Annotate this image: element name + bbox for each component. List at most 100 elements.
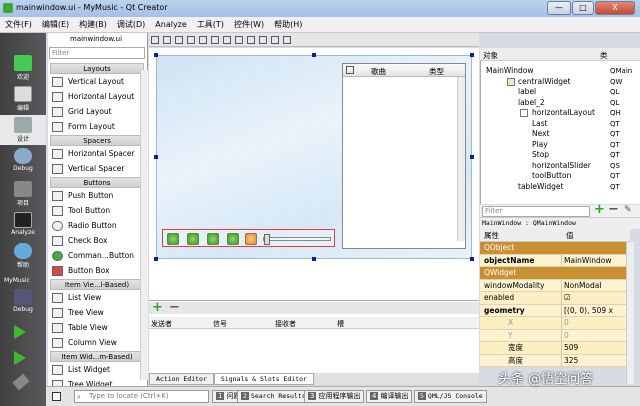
mode-design[interactable]: 设计: [0, 115, 46, 145]
widget-check-box[interactable]: Check Box: [52, 234, 146, 248]
cat-spacers[interactable]: Spacers: [50, 135, 144, 146]
menu-debug[interactable]: 调试(D): [112, 17, 150, 32]
prop-geometry-y[interactable]: Y0: [480, 329, 626, 342]
close-button[interactable]: X: [595, 1, 635, 15]
widget-grid-layout[interactable]: Grid Layout: [52, 105, 146, 119]
build-hammer-icon[interactable]: [12, 373, 30, 391]
resize-handle[interactable]: [312, 257, 316, 261]
add-icon[interactable]: +: [152, 300, 163, 315]
prop-group-qwidget[interactable]: QWidget: [480, 267, 626, 280]
layout-horizontal-icon[interactable]: [199, 36, 207, 44]
edit-buddies-icon[interactable]: [175, 36, 183, 44]
tree-row[interactable]: label_2 QL: [480, 98, 640, 109]
widget-filter-input[interactable]: Filter: [49, 47, 145, 59]
tree-row[interactable]: label QL: [480, 87, 640, 98]
menu-file[interactable]: 文件(F): [0, 17, 37, 32]
kit-selector[interactable]: Debug: [0, 287, 46, 317]
table-header-song[interactable]: 歌曲: [371, 66, 386, 77]
stop-button[interactable]: [227, 233, 239, 245]
widget-column-view[interactable]: Column View: [52, 336, 146, 350]
resize-handle[interactable]: [154, 257, 158, 261]
configure-wrench-icon[interactable]: ✎: [624, 205, 632, 215]
table-scrollbar[interactable]: [457, 77, 465, 241]
widget-tool-button[interactable]: Tool Button: [52, 204, 146, 218]
volume-tool-button[interactable]: [245, 233, 257, 245]
cat-layouts[interactable]: Layouts: [50, 63, 144, 74]
resize-handle[interactable]: [154, 53, 158, 57]
controls-layout[interactable]: [162, 229, 335, 247]
tree-row[interactable]: tableWidget QT: [480, 182, 640, 193]
edit-widgets-icon[interactable]: [151, 36, 159, 44]
tree-row[interactable]: horizontalLayout QH: [480, 108, 640, 119]
tree-row[interactable]: centralWidget QW: [480, 77, 640, 88]
output-tab-qml-console[interactable]: 5 QML/JS Console: [414, 390, 487, 403]
mode-analyze[interactable]: Analyze: [0, 210, 46, 240]
widget-vertical-spacer[interactable]: Vertical Spacer: [52, 162, 146, 176]
cat-item-widgets[interactable]: Item Wid...m-Based): [50, 351, 144, 362]
menu-analyze[interactable]: Analyze: [150, 18, 192, 31]
tree-row[interactable]: horizontalSlider QS: [480, 161, 640, 172]
layout-vertical-icon[interactable]: [211, 36, 219, 44]
property-scrollbar[interactable]: [626, 242, 634, 384]
locate-input[interactable]: Type to locate (Ctrl+K): [74, 390, 209, 403]
widget-table-view[interactable]: Table View: [52, 321, 146, 335]
menu-build[interactable]: 构建(B): [74, 17, 112, 32]
tree-row[interactable]: toolButton QT: [480, 171, 640, 182]
tree-row[interactable]: Last QT: [480, 119, 640, 130]
tree-row[interactable]: Stop QT: [480, 150, 640, 161]
tree-row[interactable]: Next QT: [480, 129, 640, 140]
widget-button-box[interactable]: Button Box: [52, 264, 146, 278]
prop-objectname[interactable]: objectName MainWindow: [480, 254, 626, 267]
prop-enabled[interactable]: enabled ☑: [480, 292, 626, 305]
widget-tree-view[interactable]: Tree View: [52, 306, 146, 320]
prop-windowmodality[interactable]: windowModality NonModal: [480, 279, 626, 292]
property-filter-input[interactable]: Filter: [482, 206, 590, 217]
layout-hsplit-icon[interactable]: [223, 36, 231, 44]
widget-list-widget[interactable]: List Widget: [52, 363, 146, 377]
widget-command-button[interactable]: Comman...Button: [52, 249, 146, 263]
remove-icon[interactable]: −: [169, 300, 180, 315]
remove-property-icon[interactable]: −: [608, 202, 619, 217]
next-button[interactable]: [187, 233, 199, 245]
widget-radio-button[interactable]: Radio Button: [52, 219, 146, 233]
debug-run-icon[interactable]: [14, 351, 26, 365]
mode-help[interactable]: 帮助: [0, 241, 46, 271]
sidebar-toggle-icon[interactable]: [52, 392, 61, 401]
adjust-size-icon[interactable]: [283, 36, 291, 44]
resize-handle[interactable]: [470, 155, 474, 159]
edit-tab-order-icon[interactable]: [187, 36, 195, 44]
horizontal-slider[interactable]: [263, 234, 331, 245]
menu-edit[interactable]: 编辑(E): [37, 17, 74, 32]
run-icon[interactable]: [14, 325, 26, 339]
slider-handle[interactable]: [264, 234, 270, 245]
menu-widgets[interactable]: 控件(W): [229, 17, 269, 32]
layout-form-icon[interactable]: [247, 36, 255, 44]
output-tab-compile[interactable]: 4 编译输出: [366, 390, 413, 403]
table-widget[interactable]: 歌曲 类型: [342, 63, 466, 249]
prop-group-qobject[interactable]: QObject: [480, 242, 626, 255]
widget-list-view[interactable]: List View: [52, 291, 146, 305]
tree-row[interactable]: MainWindow QMain: [480, 66, 640, 77]
layout-vsplit-icon[interactable]: [235, 36, 243, 44]
mode-debug[interactable]: Debug: [0, 146, 46, 176]
prop-geometry-height[interactable]: 高度 325: [480, 354, 626, 367]
widget-horizontal-spacer[interactable]: Horizontal Spacer: [52, 147, 146, 161]
widget-box-scrollbar[interactable]: [140, 70, 148, 380]
add-dynamic-property-icon[interactable]: +: [594, 202, 605, 217]
prop-geometry-x[interactable]: X0: [480, 317, 626, 330]
widget-vertical-layout[interactable]: Vertical Layout: [52, 75, 146, 89]
edit-signals-icon[interactable]: [163, 36, 171, 44]
editor-tab[interactable]: mainwindow.ui: [70, 35, 122, 43]
last-button[interactable]: [167, 233, 179, 245]
menu-help[interactable]: 帮助(H): [269, 17, 307, 32]
cat-buttons[interactable]: Buttons: [50, 177, 144, 188]
maximize-button[interactable]: □: [572, 1, 594, 15]
widget-form-layout[interactable]: Form Layout: [52, 120, 146, 134]
minimize-button[interactable]: —: [547, 1, 571, 15]
resize-handle[interactable]: [154, 155, 158, 159]
resize-handle[interactable]: [470, 257, 474, 261]
tree-row[interactable]: Play QT: [480, 140, 640, 151]
table-header-type[interactable]: 类型: [429, 66, 444, 77]
resize-handle[interactable]: [312, 53, 316, 57]
widget-horizontal-layout[interactable]: Horizontal Layout: [52, 90, 146, 104]
